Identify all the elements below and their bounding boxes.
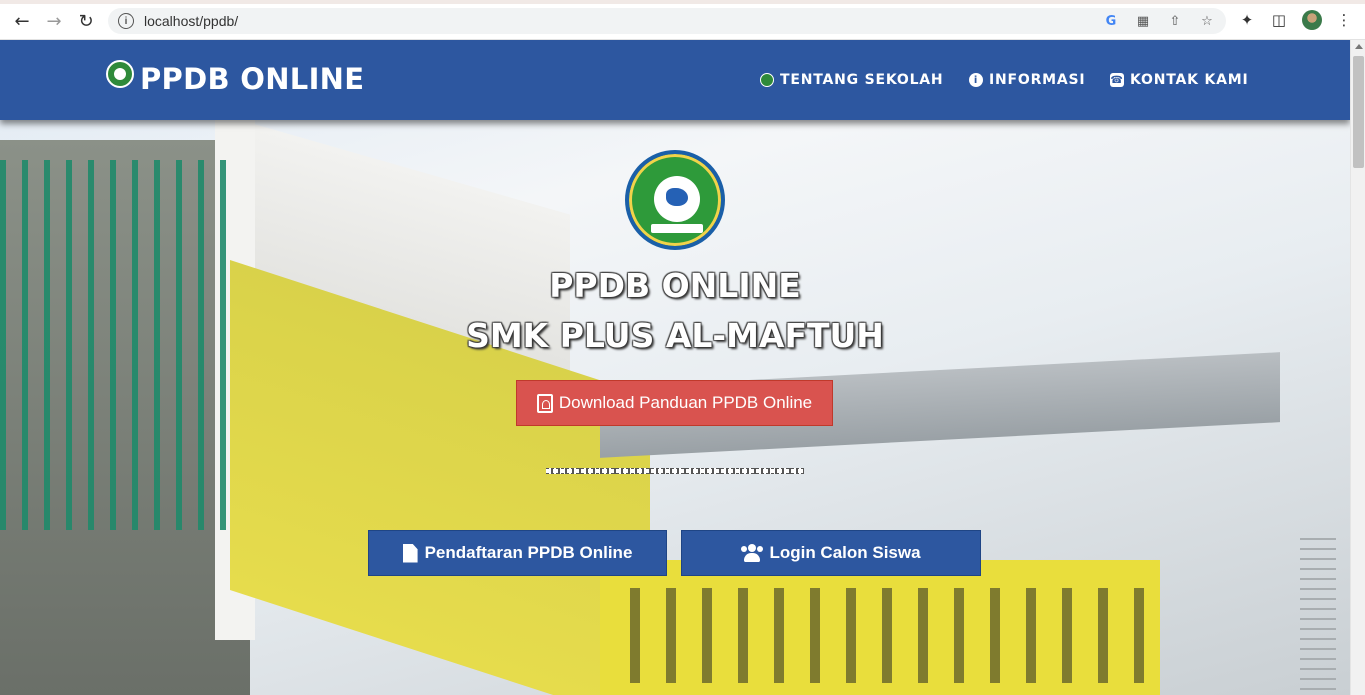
hero-background-image [0, 40, 1350, 695]
register-button[interactable]: Pendaftaran PPDB Online [368, 530, 667, 576]
profile-avatar[interactable] [1302, 10, 1322, 30]
share-icon[interactable]: ⇧ [1166, 12, 1184, 30]
register-label: Pendaftaran PPDB Online [424, 543, 633, 562]
users-icon [741, 544, 764, 562]
download-guide-label: Download Panduan PPDB Online [558, 393, 813, 412]
nav-item-label: KONTAK KAMI [1130, 72, 1249, 88]
url-text[interactable]: localhost/ppdb/ [144, 13, 238, 29]
login-label: Login Calon Siswa [769, 543, 921, 562]
side-panel-icon[interactable]: ◫ [1269, 10, 1289, 30]
decorative-divider [546, 468, 804, 474]
menu-kebab-icon[interactable]: ⋮ [1334, 10, 1354, 30]
scrollbar-thumb[interactable] [1353, 56, 1364, 168]
download-guide-button[interactable]: Download Panduan PPDB Online [516, 380, 833, 426]
page-scrollbar[interactable] [1350, 40, 1365, 695]
nav-item-tentang-sekolah[interactable]: TENTANG SEKOLAH [760, 72, 943, 88]
building-balcony-slats [630, 588, 1150, 683]
brand[interactable]: PPDB ONLINE [106, 60, 364, 96]
pdf-file-icon [536, 393, 553, 413]
emblem-ribbon [651, 224, 703, 233]
scroll-up-arrow-icon[interactable] [1355, 44, 1363, 49]
brand-title[interactable]: PPDB ONLINE [140, 62, 364, 96]
google-icon[interactable]: G [1102, 12, 1120, 30]
bookmark-star-icon[interactable]: ☆ [1198, 12, 1216, 30]
document-icon [402, 543, 418, 563]
back-icon[interactable]: ← [10, 9, 34, 33]
school-emblem-logo [625, 150, 725, 250]
nav-item-informasi[interactable]: i INFORMASI [969, 72, 1085, 88]
top-navbar: PPDB ONLINE TENTANG SEKOLAH i INFORMASI … [0, 40, 1350, 120]
browser-toolbar: ← → ↻ i localhost/ppdb/ G ▦ ⇧ ☆ ✦ ◫ ⋮ [0, 0, 1365, 40]
hero-title: PPDB ONLINE [549, 266, 801, 305]
nav-item-label: TENTANG SEKOLAH [780, 72, 944, 88]
reload-icon[interactable]: ↻ [74, 9, 98, 33]
phone-icon: ☎ [1110, 73, 1124, 87]
nav-item-label: INFORMASI [989, 72, 1086, 88]
radio-tower [1300, 530, 1336, 695]
site-info-icon[interactable]: i [118, 13, 134, 29]
info-icon: i [969, 73, 983, 87]
translate-icon[interactable]: ▦ [1134, 12, 1152, 30]
school-logo-icon [106, 60, 134, 88]
address-bar[interactable]: i localhost/ppdb/ G ▦ ⇧ ☆ [108, 8, 1226, 34]
extensions-icon[interactable]: ✦ [1237, 10, 1257, 30]
globe-emblem [654, 176, 700, 222]
nav-item-kontak-kami[interactable]: ☎ KONTAK KAMI [1110, 72, 1248, 88]
forward-icon[interactable]: → [42, 9, 66, 33]
login-button[interactable]: Login Calon Siswa [681, 530, 981, 576]
hero-subtitle: SMK PLUS AL-MAFTUH [466, 316, 884, 355]
school-logo-icon [760, 73, 774, 87]
page-viewport: PPDB ONLINE TENTANG SEKOLAH i INFORMASI … [0, 40, 1350, 695]
tab-strip-edge [0, 0, 1365, 4]
